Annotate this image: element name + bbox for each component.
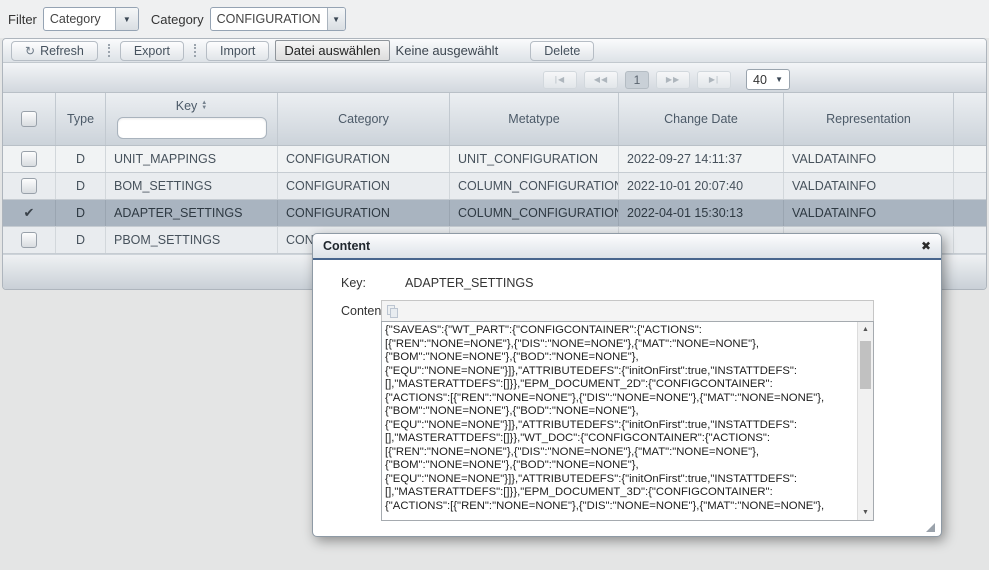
column-header-metatype[interactable]: Metatype	[450, 93, 619, 145]
column-header-change-date[interactable]: Change Date	[619, 93, 784, 145]
category-dropdown-button[interactable]: ▼	[327, 8, 345, 30]
scroll-up-icon[interactable]: ▲	[858, 322, 873, 337]
delete-button[interactable]: Delete	[530, 41, 594, 61]
rows-per-page-value: 40	[753, 73, 767, 87]
cell-type: D	[56, 227, 106, 253]
paginator-next-button[interactable]: ▶▶	[656, 71, 690, 89]
content-toolbar	[381, 300, 874, 321]
close-icon[interactable]: ✖	[921, 239, 931, 253]
category-label: Category	[151, 12, 204, 27]
toolbar-separator	[108, 44, 110, 57]
table-row[interactable]: D BOM_SETTINGS CONFIGURATION COLUMN_CONF…	[3, 173, 986, 200]
cell-type: D	[56, 200, 106, 226]
cell-change-date: 2022-09-27 14:11:37	[619, 146, 784, 172]
column-header-key[interactable]: Key ▲▼	[106, 93, 278, 145]
dropdown-arrow-icon: ▼	[123, 15, 131, 24]
refresh-icon: ↻	[25, 44, 35, 58]
cell-category: CONFIGURATION	[278, 200, 450, 226]
dialog-resize-handle[interactable]	[926, 523, 935, 532]
content-scrollbar[interactable]: ▲ ▼	[857, 322, 873, 520]
content-json-text[interactable]: {"SAVEAS":{"WT_PART":{"CONFIGCONTAINER":…	[382, 322, 857, 520]
choose-file-button-label: Datei auswählen	[284, 43, 380, 58]
cell-metatype: COLUMN_CONFIGURATION	[450, 200, 619, 226]
cell-type: D	[56, 146, 106, 172]
filter-bar: Filter Category ▼ Category CONFIGURATION…	[0, 0, 989, 38]
row-checkbox[interactable]	[21, 151, 37, 167]
table-header: Type Key ▲▼ Category Metatype Change Dat…	[3, 93, 986, 146]
cell-key: PBOM_SETTINGS	[106, 227, 278, 253]
cell-change-date: 2022-10-01 20:07:40	[619, 173, 784, 199]
cell-type: D	[56, 173, 106, 199]
filter-type-value: Category	[44, 8, 115, 30]
cell-representation: VALDATAINFO	[784, 146, 954, 172]
scroll-down-icon[interactable]: ▼	[858, 505, 873, 520]
cell-metatype: UNIT_CONFIGURATION	[450, 146, 619, 172]
file-status-text: Keine ausgewählt	[396, 43, 499, 58]
key-label: Key:	[341, 276, 366, 290]
select-all-checkbox[interactable]	[21, 111, 37, 127]
scrollbar-thumb[interactable]	[860, 341, 871, 389]
cell-category: CONFIGURATION	[278, 146, 450, 172]
content-textarea[interactable]: {"SAVEAS":{"WT_PART":{"CONFIGCONTAINER":…	[381, 321, 874, 521]
filter-type-select[interactable]: Category ▼	[43, 7, 139, 31]
column-header-category[interactable]: Category	[278, 93, 450, 145]
key-filter-input[interactable]	[117, 117, 267, 139]
cell-representation: VALDATAINFO	[784, 200, 954, 226]
refresh-button-label: Refresh	[40, 44, 84, 58]
export-button-label: Export	[134, 44, 170, 58]
paginator-last-button[interactable]: ▶|	[697, 71, 731, 89]
content-dialog: Content ✖ Key: ADAPTER_SETTINGS Content:…	[312, 233, 942, 537]
table-row[interactable]: D UNIT_MAPPINGS CONFIGURATION UNIT_CONFI…	[3, 146, 986, 173]
paginator-page-button[interactable]: 1	[625, 71, 649, 89]
delete-button-label: Delete	[544, 44, 580, 58]
filter-type-dropdown-button[interactable]: ▼	[115, 8, 138, 30]
choose-file-button[interactable]: Datei auswählen	[275, 40, 389, 61]
copy-icon[interactable]	[387, 305, 398, 318]
export-button[interactable]: Export	[120, 41, 184, 61]
toolbar-separator	[194, 44, 196, 57]
select-chevron-icon: ▼	[775, 75, 783, 84]
scrollbar-track[interactable]	[858, 337, 873, 505]
sort-icon[interactable]: ▲▼	[201, 101, 207, 111]
table-row-selected[interactable]: ✔ D ADAPTER_SETTINGS CONFIGURATION COLUM…	[3, 200, 986, 227]
category-select[interactable]: CONFIGURATION ▼	[210, 7, 346, 31]
row-checkbox[interactable]	[21, 178, 37, 194]
cell-change-date: 2022-04-01 15:30:13	[619, 200, 784, 226]
cell-metatype: COLUMN_CONFIGURATION	[450, 173, 619, 199]
column-header-type[interactable]: Type	[56, 93, 106, 145]
column-header-representation[interactable]: Representation	[784, 93, 954, 145]
category-value: CONFIGURATION	[211, 8, 327, 30]
cell-key: UNIT_MAPPINGS	[106, 146, 278, 172]
import-button-label: Import	[220, 44, 255, 58]
cell-key: BOM_SETTINGS	[106, 173, 278, 199]
row-checkbox[interactable]	[21, 232, 37, 248]
cell-key: ADAPTER_SETTINGS	[106, 200, 278, 226]
key-value: ADAPTER_SETTINGS	[405, 276, 534, 290]
panel-toolbar: ↻ Refresh Export Import Datei auswählen …	[3, 39, 986, 63]
filter-label: Filter	[8, 12, 37, 27]
dropdown-arrow-icon: ▼	[332, 15, 340, 24]
dialog-title: Content	[323, 239, 370, 253]
row-checkbox-checked[interactable]: ✔	[21, 205, 37, 221]
paginator-first-button[interactable]: |◀	[543, 71, 577, 89]
paginator: |◀ ◀◀ 1 ▶▶ ▶| 40 ▼	[3, 63, 986, 93]
cell-category: CONFIGURATION	[278, 173, 450, 199]
refresh-button[interactable]: ↻ Refresh	[11, 41, 98, 61]
import-button[interactable]: Import	[206, 41, 269, 61]
dialog-titlebar[interactable]: Content ✖	[313, 234, 941, 260]
cell-representation: VALDATAINFO	[784, 173, 954, 199]
paginator-prev-button[interactable]: ◀◀	[584, 71, 618, 89]
rows-per-page-select[interactable]: 40 ▼	[746, 69, 790, 90]
